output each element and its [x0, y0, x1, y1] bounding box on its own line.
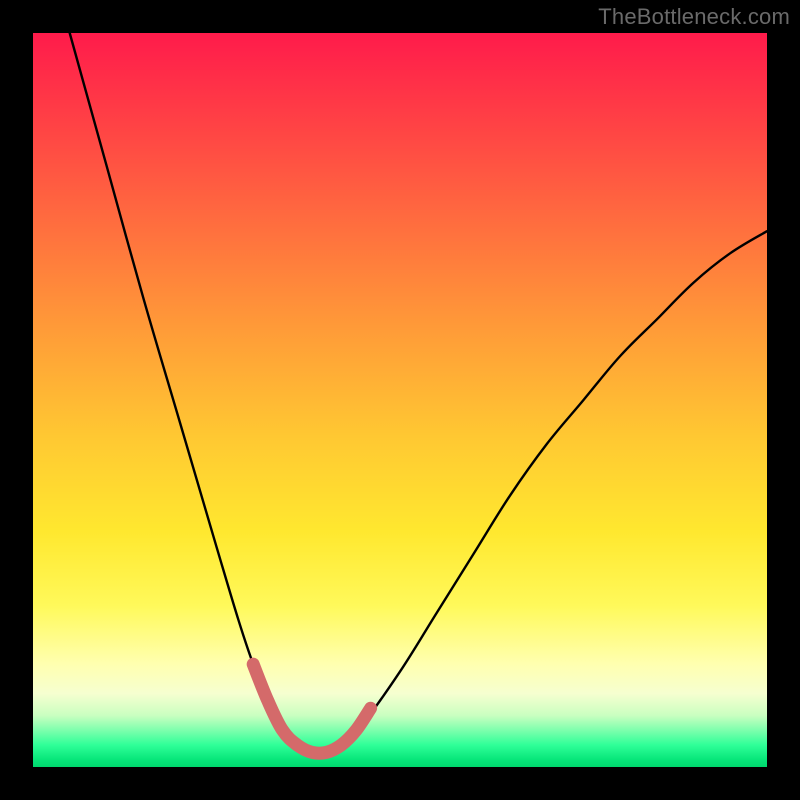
- attribution-text: TheBottleneck.com: [598, 4, 790, 30]
- optimal-zone-highlight: [253, 664, 370, 753]
- plot-area: [33, 33, 767, 767]
- curve-layer: [33, 33, 767, 767]
- bottleneck-curve: [70, 33, 767, 753]
- chart-frame: TheBottleneck.com: [0, 0, 800, 800]
